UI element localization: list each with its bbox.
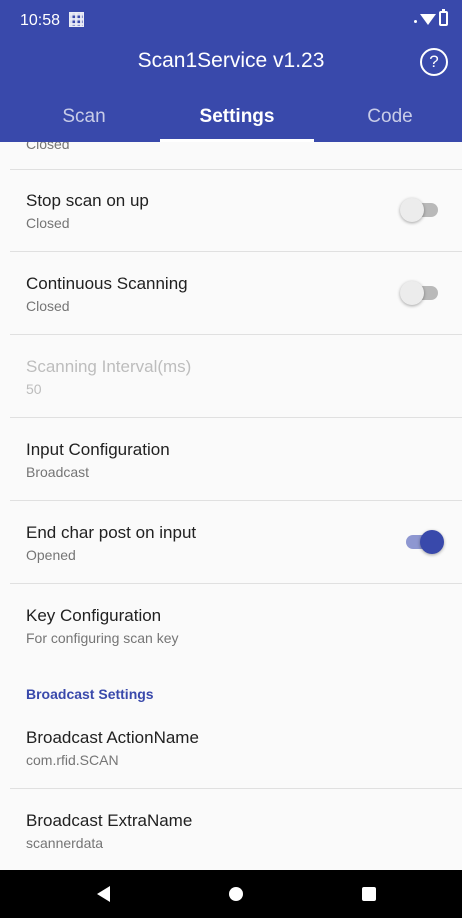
tab-code[interactable]: Code bbox=[313, 96, 462, 142]
app-title: Scan1Service v1.23 bbox=[137, 49, 325, 72]
navigation-bar bbox=[0, 870, 462, 918]
setting-summary: Closed bbox=[26, 298, 70, 314]
setting-input-configuration[interactable]: Input Configuration Broadcast bbox=[0, 418, 462, 500]
setting-broadcast-actionname[interactable]: Broadcast ActionName com.rfid.SCAN bbox=[0, 706, 462, 788]
setting-label: Scanning Interval(ms) bbox=[26, 357, 192, 376]
battery-icon bbox=[439, 9, 448, 26]
tab-scan[interactable]: Scan bbox=[7, 96, 161, 142]
status-bar: 10:58 bbox=[0, 0, 462, 40]
setting-key-configuration[interactable]: Key Configuration For configuring scan k… bbox=[0, 584, 462, 666]
setting-label: Broadcast ActionName bbox=[26, 728, 199, 747]
setting-label: Key Configuration bbox=[26, 606, 162, 625]
home-icon[interactable] bbox=[229, 887, 243, 901]
switch-thumb bbox=[400, 198, 424, 222]
setting-summary: For configuring scan key bbox=[26, 630, 179, 646]
setting-stop-scan-on-up[interactable]: Stop scan on up Closed bbox=[0, 169, 462, 251]
setting-summary: 50 bbox=[26, 381, 42, 397]
help-icon[interactable]: ? bbox=[420, 48, 448, 76]
status-time: 10:58 bbox=[20, 12, 61, 29]
recents-icon[interactable] bbox=[362, 887, 376, 901]
setting-summary: Closed bbox=[26, 215, 70, 231]
setting-scanning-interval: Scanning Interval(ms) 50 bbox=[0, 335, 462, 417]
cut-off-summary: Closed bbox=[26, 142, 70, 152]
setting-summary: scannerdata bbox=[26, 835, 104, 851]
wifi-icon bbox=[420, 14, 436, 25]
settings-list[interactable]: Closed Stop scan on up Closed Continuous… bbox=[0, 142, 462, 870]
tab-settings[interactable]: Settings bbox=[160, 96, 314, 142]
qr-notification-icon bbox=[69, 12, 84, 27]
setting-summary: Broadcast bbox=[26, 464, 90, 480]
setting-label: Stop scan on up bbox=[26, 191, 149, 210]
setting-summary: Opened bbox=[26, 547, 76, 563]
continuous-scanning-switch[interactable] bbox=[400, 281, 438, 305]
setting-end-char-post[interactable]: End char post on input Opened bbox=[0, 501, 462, 583]
setting-label: End char post on input bbox=[26, 523, 197, 542]
switch-thumb bbox=[400, 281, 424, 305]
setting-label: Broadcast ExtraName bbox=[26, 811, 193, 830]
setting-label: Input Configuration bbox=[26, 440, 170, 459]
switch-thumb bbox=[420, 530, 444, 554]
app-bar: 10:58 Scan1Service v1.23 ? Scan Settings… bbox=[0, 0, 462, 142]
back-icon[interactable] bbox=[97, 886, 110, 902]
setting-summary: com.rfid.SCAN bbox=[26, 752, 119, 768]
signal-dot-icon bbox=[414, 20, 417, 23]
stop-scan-on-up-switch[interactable] bbox=[400, 198, 438, 222]
setting-continuous-scanning[interactable]: Continuous Scanning Closed bbox=[0, 252, 462, 334]
setting-label: Continuous Scanning bbox=[26, 274, 188, 293]
end-char-post-switch[interactable] bbox=[400, 530, 444, 554]
category-broadcast-settings: Broadcast Settings bbox=[26, 686, 154, 702]
tab-bar: Scan Settings Code bbox=[0, 96, 462, 142]
setting-broadcast-extraname[interactable]: Broadcast ExtraName scannerdata bbox=[0, 789, 462, 870]
